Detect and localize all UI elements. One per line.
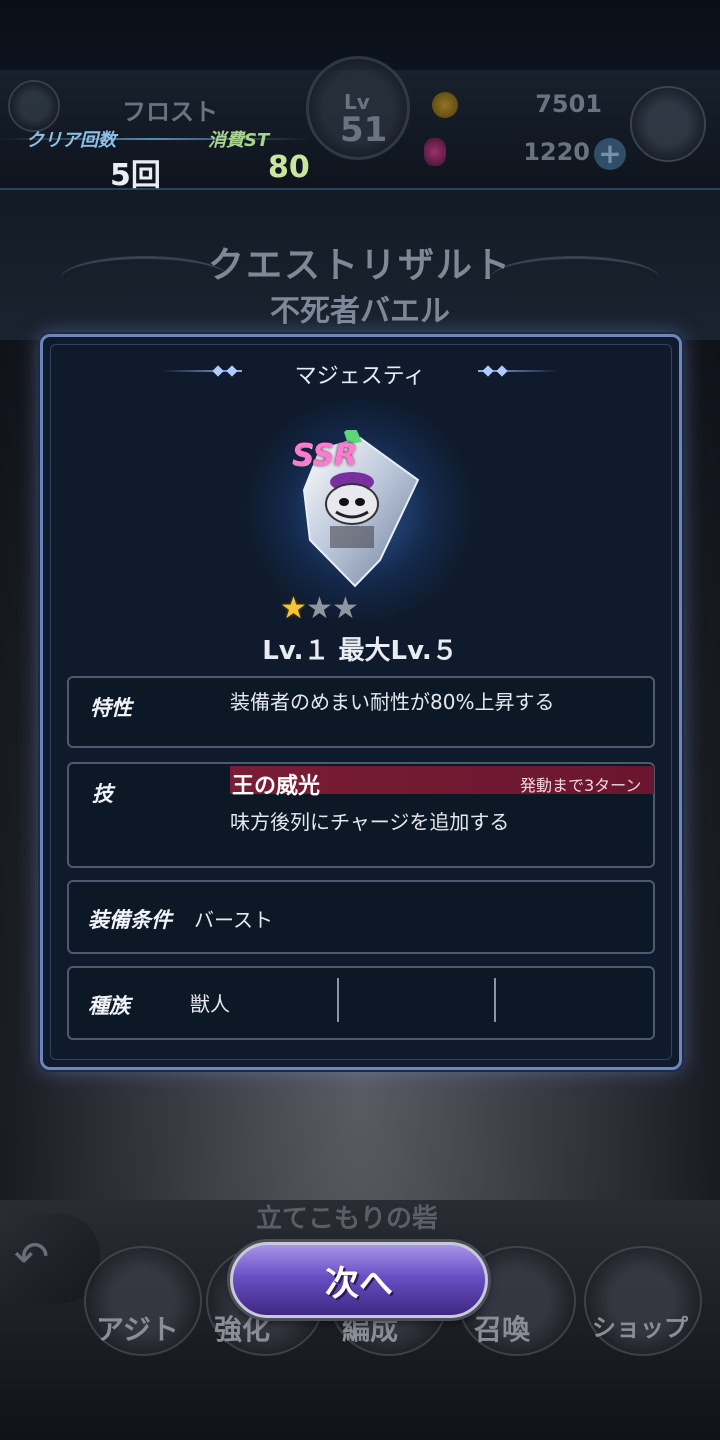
item-name: マジェスティ (294, 364, 426, 389)
trait-label: 特性 (90, 696, 132, 720)
player-name: フロスト (122, 98, 218, 126)
gil-coin-icon (432, 92, 458, 118)
race-value: 獣人 (190, 992, 230, 1016)
skill-name: 王の威光 (232, 774, 321, 799)
background-quest-text: 立てこもりの砦 (256, 1204, 439, 1234)
next-button-label[interactable]: 次へ (230, 1256, 488, 1305)
race-divider (337, 978, 339, 1022)
level-value: 51 (340, 110, 388, 150)
item-bag-icon[interactable] (630, 86, 706, 162)
item-level: Lv.１ 最大Lv.５ (262, 636, 458, 666)
quest-name: 不死者バエル (270, 294, 450, 329)
race-divider (494, 978, 496, 1022)
skill-description: 味方後列にチャージを追加する (230, 810, 510, 834)
nav-hideout-label: アジト (96, 1313, 179, 1346)
equip-condition-label: 装備条件 (88, 908, 172, 932)
clear-count-label: クリア回数 (26, 130, 116, 151)
gem-amount: 1220 (523, 138, 590, 166)
rarity-badge: SSR (292, 438, 358, 473)
race-box (67, 966, 655, 1040)
nav-summon-label: 召喚 (474, 1313, 531, 1346)
st-cost-value: 80 (268, 150, 310, 185)
back-arrow-icon: ↶ (14, 1232, 50, 1281)
st-cost-label: 消費ST (208, 130, 270, 151)
settings-gear-icon[interactable] (8, 80, 60, 132)
trait-text: 装備者のめまい耐性が80%上昇する (230, 690, 555, 714)
add-gem-plus-icon[interactable]: + (594, 138, 626, 170)
star-empty-icon: ★ (306, 591, 333, 626)
gil-amount: 7501 (535, 90, 602, 118)
star-empty-icon: ★ (332, 591, 359, 626)
star-filled-icon: ★ (280, 591, 307, 626)
skill-turn-count: 発動まで3ターン (520, 776, 642, 795)
race-label: 種族 (88, 994, 130, 1018)
equip-condition-value: バースト (194, 908, 273, 932)
quest-result-title: クエストリザルト (207, 245, 512, 286)
clear-count-value: 5回 (110, 158, 161, 193)
skill-label: 技 (92, 782, 113, 806)
gem-icon (424, 138, 446, 166)
nav-shop-label: ショップ (592, 1314, 688, 1342)
